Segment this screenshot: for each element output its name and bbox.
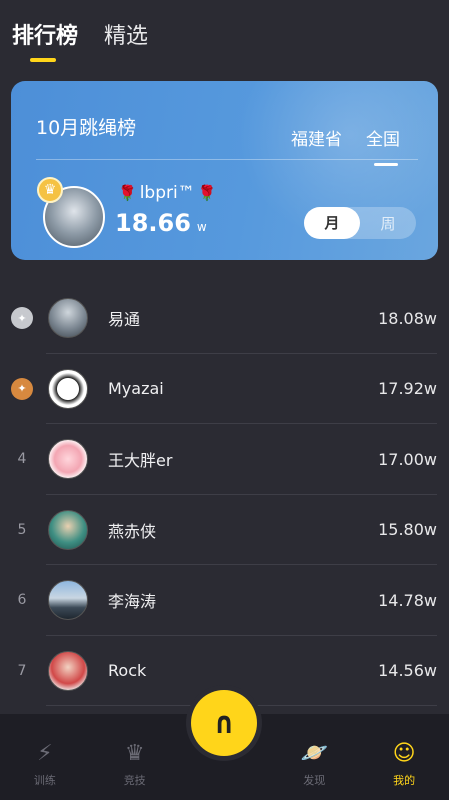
rose-icon: 🌹 <box>197 184 217 202</box>
crown-icon: ♛ <box>124 741 145 766</box>
champion-score-unit: w <box>196 220 207 234</box>
ranking-row[interactable]: ✦ Myazai 17.92w <box>0 354 449 425</box>
tab-leaderboard[interactable]: 排行榜 <box>12 18 78 62</box>
avatar[interactable] <box>48 650 88 691</box>
rank-position: 6 <box>17 592 27 609</box>
ranking-row[interactable]: 5 燕赤侠 15.80w <box>0 495 449 566</box>
user-name: 王大胖er <box>108 451 173 471</box>
lightning-icon: ⚡ <box>37 741 53 766</box>
fab-start-icon: ∩ <box>214 705 234 741</box>
user-name: 易通 <box>108 310 141 330</box>
avatar[interactable] <box>48 368 88 409</box>
nav-label: 训练 <box>33 774 56 787</box>
rose-icon: 🌹 <box>118 184 137 202</box>
rank-position: 4 <box>17 451 27 468</box>
avatar[interactable] <box>48 509 88 550</box>
period-toggle: 月 周 <box>304 207 416 239</box>
user-score: 14.56w <box>378 661 437 681</box>
bronze-medal-icon: ✦ <box>11 377 33 400</box>
nav-compete[interactable]: ♛ 竞技 <box>90 742 180 788</box>
avatar[interactable] <box>48 580 88 621</box>
nav-label: 发现 <box>303 774 326 787</box>
region-tabs: 福建省 全国 <box>291 125 400 166</box>
crown-medal-icon: ♛ <box>37 177 63 203</box>
ranking-row[interactable]: 6 李海涛 14.78w <box>0 565 449 636</box>
user-score: 17.92w <box>378 379 437 399</box>
user-name: 李海涛 <box>108 592 157 612</box>
avatar[interactable] <box>48 298 88 339</box>
champion-score: 18.66 w <box>115 209 207 237</box>
silver-medal-icon: ✦ <box>11 307 33 330</box>
ranking-row[interactable]: 4 王大胖er 17.00w <box>0 424 449 495</box>
monthly-leaderboard-card: 10月跳绳榜 福建省 全国 ♛ 🌹 lbpri™ 🌹 18.66 w 月 周 <box>11 81 438 260</box>
champion-name-row: 🌹 lbpri™ 🌹 <box>118 183 216 203</box>
rank-position: ✦ <box>0 377 44 400</box>
nav-label: 我的 <box>393 774 416 787</box>
ranking-row[interactable]: ✦ 易通 18.08w <box>0 283 449 354</box>
nav-label: 竞技 <box>123 774 146 787</box>
nav-mine[interactable]: ☺ 我的 <box>359 742 449 788</box>
rank-position: 5 <box>17 521 27 538</box>
champion-name: lbpri™ <box>139 183 195 203</box>
user-name: 燕赤侠 <box>108 521 157 541</box>
rank-position: 7 <box>17 662 27 679</box>
tab-featured[interactable]: 精选 <box>104 18 148 50</box>
ranking-list: ✦ 易通 18.08w ✦ Myazai 17.92w 4 王大胖er 17.0… <box>0 283 449 706</box>
card-title: 10月跳绳榜 <box>36 117 137 139</box>
nav-discover[interactable]: 🪐 发现 <box>269 742 359 788</box>
user-score: 17.00w <box>378 449 437 469</box>
smile-face-icon: ☺ <box>392 741 416 766</box>
card-divider <box>36 159 418 160</box>
user-name: Myazai <box>108 379 164 399</box>
avatar[interactable] <box>48 439 88 480</box>
champion-score-value: 18.66 <box>115 209 191 237</box>
period-month-option[interactable]: 月 <box>304 207 360 239</box>
tab-province[interactable]: 福建省 <box>291 125 342 150</box>
user-score: 15.80w <box>378 520 437 540</box>
tab-national[interactable]: 全国 <box>366 125 400 166</box>
user-name: Rock <box>108 661 147 681</box>
planet-icon: 🪐 <box>300 741 328 766</box>
start-button[interactable]: ∩ <box>191 690 257 756</box>
nav-training[interactable]: ⚡ 训练 <box>0 742 90 788</box>
user-score: 14.78w <box>378 590 437 610</box>
bottom-nav: ⚡ 训练 ♛ 竞技 🪐 发现 ☺ 我的 ∩ <box>0 690 449 800</box>
top-tabs: 排行榜 精选 <box>12 18 148 62</box>
user-score: 18.08w <box>378 308 437 328</box>
rank-position: ✦ <box>0 307 44 330</box>
period-week-option[interactable]: 周 <box>360 213 416 234</box>
